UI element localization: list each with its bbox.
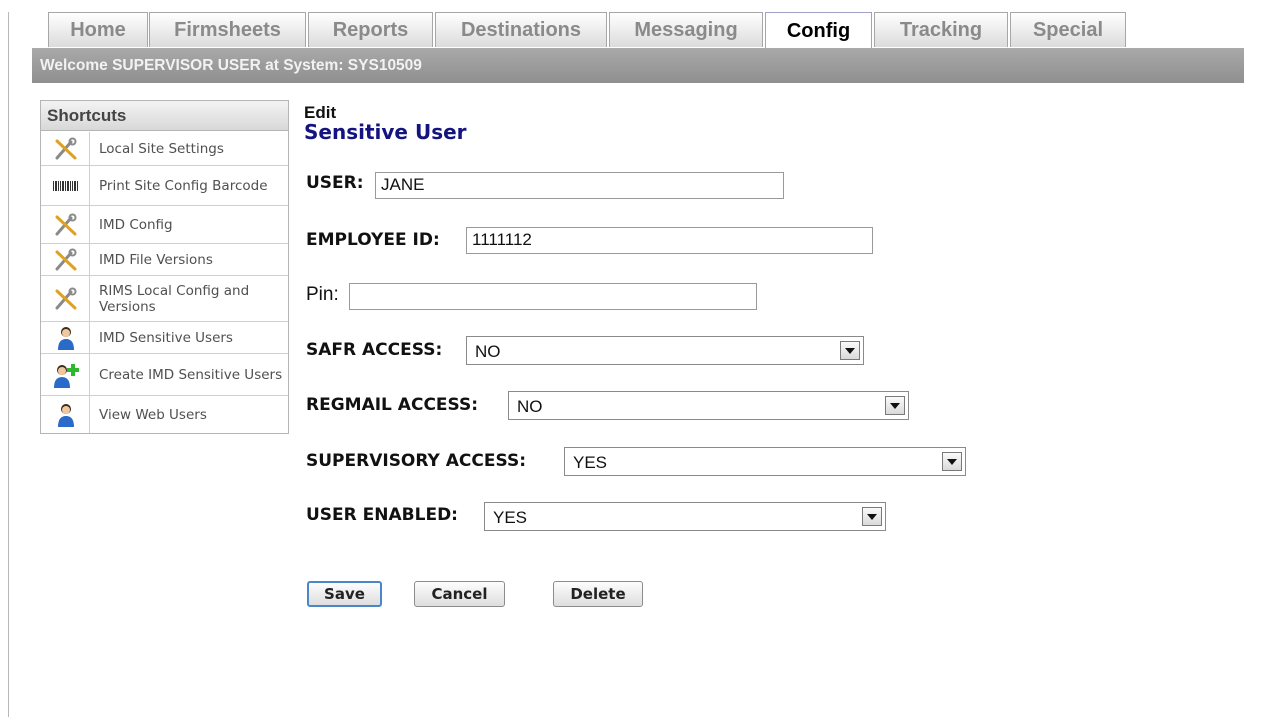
form-title: Sensitive User [304, 120, 467, 144]
chevron-down-icon[interactable] [942, 452, 962, 471]
tab-tracking[interactable]: Tracking [874, 12, 1008, 47]
shortcut-label: IMD Sensitive Users [99, 329, 233, 346]
tab-home[interactable]: Home [48, 12, 148, 47]
shortcut-label: Print Site Config Barcode [99, 177, 268, 194]
select-value: NO [475, 342, 501, 361]
shortcuts-panel: Shortcuts Local Site Settings Print Site… [40, 100, 289, 434]
user-icon [43, 396, 89, 433]
tools-icon [43, 132, 89, 165]
regmail-access-label: REGMAIL ACCESS: [306, 395, 479, 415]
shortcut-label: IMD File Versions [99, 251, 213, 268]
welcome-text: Welcome SUPERVISOR USER at System: SYS10… [40, 56, 422, 74]
chevron-down-icon[interactable] [840, 341, 860, 360]
user-enabled-label: USER ENABLED: [306, 505, 458, 525]
shortcuts-title: Shortcuts [41, 101, 288, 131]
shortcut-label: View Web Users [99, 406, 207, 423]
shortcut-imd-sensitive-users[interactable]: IMD Sensitive Users [41, 322, 288, 354]
shortcut-label: Create IMD Sensitive Users [99, 366, 283, 383]
pin-field[interactable] [349, 283, 757, 310]
tab-firmsheets[interactable]: Firmsheets [149, 12, 306, 47]
shortcut-view-web-users[interactable]: View Web Users [41, 396, 288, 433]
regmail-access-select[interactable]: NO [508, 391, 909, 420]
shortcut-imd-file-versions[interactable]: IMD File Versions [41, 244, 288, 276]
shortcut-divider [89, 166, 90, 205]
shortcut-divider [89, 244, 90, 275]
delete-button[interactable]: Delete [553, 581, 643, 607]
shortcut-rims-local-config[interactable]: RIMS Local Config and Versions [41, 276, 288, 322]
select-value: YES [573, 453, 608, 472]
shortcut-imd-config[interactable]: IMD Config [41, 206, 288, 244]
shortcut-local-site-settings[interactable]: Local Site Settings [41, 132, 288, 166]
shortcut-label: IMD Config [99, 216, 173, 233]
tools-icon [43, 244, 89, 275]
shortcut-divider [89, 396, 90, 433]
shortcut-divider [89, 132, 90, 165]
tab-reports[interactable]: Reports [308, 12, 433, 47]
pin-label: Pin: [306, 284, 339, 305]
user-label: USER: [306, 173, 364, 193]
tab-messaging[interactable]: Messaging [609, 12, 763, 47]
shortcut-divider [89, 206, 90, 243]
tab-special[interactable]: Special [1010, 12, 1126, 47]
tab-config[interactable]: Config [765, 12, 872, 49]
add-user-icon [43, 354, 89, 395]
tools-icon [43, 206, 89, 243]
user-field[interactable]: JANE [375, 172, 784, 199]
shortcut-divider [89, 354, 90, 395]
chevron-down-icon[interactable] [862, 507, 882, 526]
safr-access-label: SAFR ACCESS: [306, 340, 443, 360]
chevron-down-icon[interactable] [885, 396, 905, 415]
cancel-button[interactable]: Cancel [414, 581, 505, 607]
select-value: YES [493, 508, 528, 527]
employee-id-label: EMPLOYEE ID: [306, 230, 440, 250]
user-enabled-select[interactable]: YES [484, 502, 886, 531]
supervisory-access-label: SUPERVISORY ACCESS: [306, 451, 527, 471]
shortcut-label: Local Site Settings [99, 140, 224, 157]
barcode-icon [43, 166, 89, 205]
shortcut-divider [89, 276, 90, 321]
shortcut-print-site-config-barcode[interactable]: Print Site Config Barcode [41, 166, 288, 206]
shortcut-divider [89, 322, 90, 353]
employee-id-field[interactable]: 1111112 [466, 227, 873, 254]
page-left-border [8, 12, 9, 717]
supervisory-access-select[interactable]: YES [564, 447, 966, 476]
save-button[interactable]: Save [307, 581, 382, 607]
select-value: NO [517, 397, 543, 416]
safr-access-select[interactable]: NO [466, 336, 864, 365]
tools-icon [43, 276, 89, 321]
shortcut-create-imd-sensitive-users[interactable]: Create IMD Sensitive Users [41, 354, 288, 396]
shortcut-label: RIMS Local Config and Versions [99, 282, 250, 315]
tab-destinations[interactable]: Destinations [435, 12, 607, 47]
welcome-banner: Welcome SUPERVISOR USER at System: SYS10… [32, 48, 1244, 83]
user-icon [43, 322, 89, 353]
